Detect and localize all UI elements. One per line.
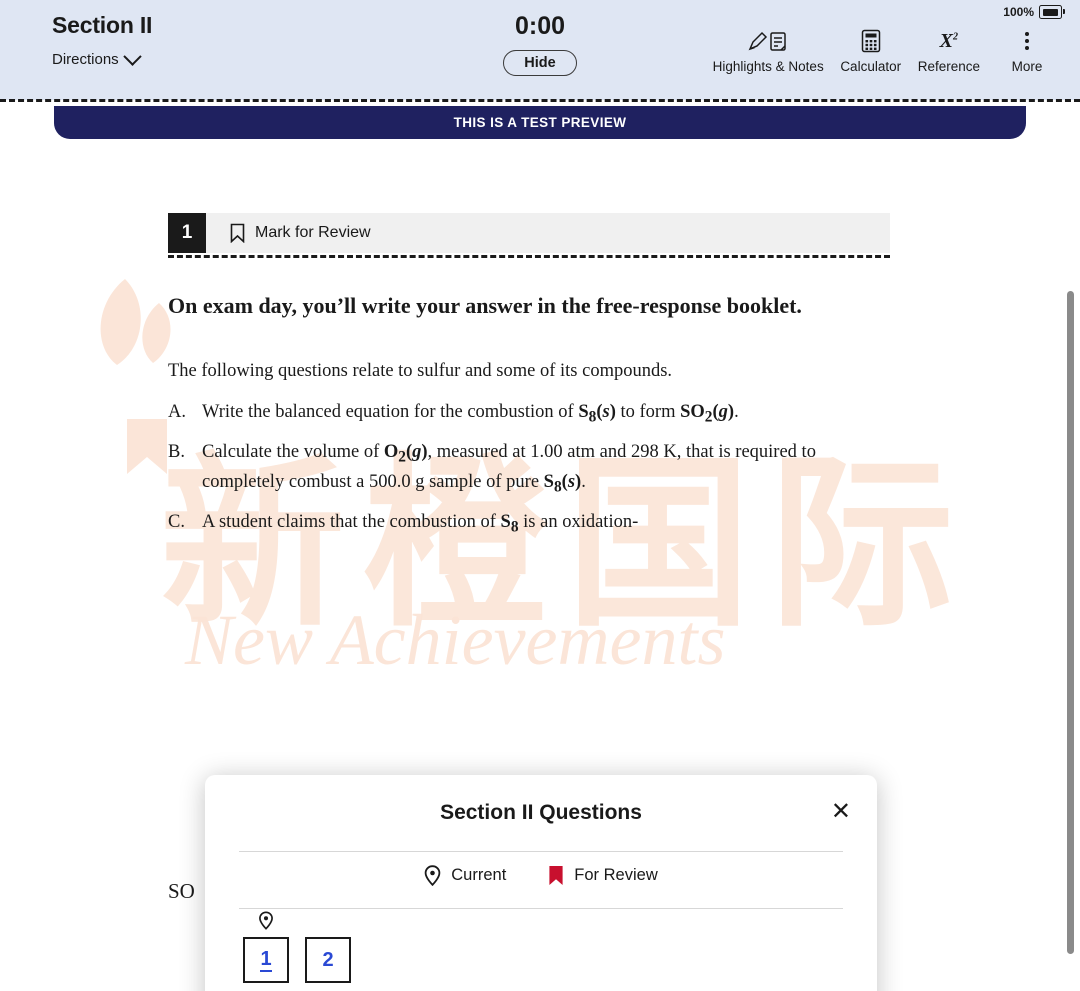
bookmark-icon [230,223,245,243]
tool-highlights-notes[interactable]: Highlights & Notes [705,28,832,74]
content-scrollbar[interactable] [1067,291,1074,954]
directions-label: Directions [52,51,119,68]
legend-label: Current [451,866,507,884]
mark-for-review-button[interactable]: Mark for Review [230,223,371,243]
tool-label: Calculator [840,59,902,74]
question-header-divider [168,255,890,258]
chevron-down-icon [122,47,142,66]
subpart-letter: B. [168,441,185,462]
list-item: C. A student claims that the combustion … [168,509,888,540]
x-squared-icon: X2 [939,29,959,52]
tool-label: More [1011,59,1043,74]
location-pin-icon [259,911,273,930]
question-nav-item-2[interactable]: 2 [305,937,351,983]
question-header-bar: 1 Mark for Review [168,213,890,253]
calculator-icon [840,28,902,54]
dialog-legend: Current For Review [205,865,877,886]
question-navigator-grid: 1 2 [243,911,351,983]
tool-more[interactable]: More [988,28,1066,74]
list-item: B. Calculate the volume of O2(g), measur… [168,439,888,500]
question-prompt-bold: On exam day, you’ll write your answer in… [168,293,802,318]
tool-label: Reference [917,59,980,74]
subpart-text: A student claims that the combustion of … [202,512,639,536]
question-nav-number: 2 [322,948,334,971]
battery-charging-icon [1039,5,1065,19]
question-nav-number: 1 [260,947,272,972]
directions-dropdown[interactable]: Directions [52,47,152,68]
occluded-text-left: SO [168,879,195,903]
question-subparts-list: A. Write the balanced equation for the c… [168,399,888,540]
list-item: A. Write the balanced equation for the c… [168,399,888,430]
exam-top-bar: Section II Directions 0:00 Hide 100% Hig [0,0,1080,100]
subpart-text: Calculate the volume of O2(g), measured … [202,441,816,497]
tool-calculator[interactable]: Calculator [832,28,910,74]
subpart-letter: A. [168,402,186,423]
dialog-divider-top [239,851,843,852]
close-icon[interactable]: ✕ [831,800,851,824]
dialog-title: Section II Questions [440,801,642,824]
legend-current: Current [424,865,506,886]
top-bar-divider [0,99,1080,102]
top-bar-left: Section II Directions [52,12,152,68]
location-pin-icon [424,865,441,886]
tool-reference[interactable]: X2 Reference [910,28,988,75]
watermark-english: New Achievements [185,600,726,680]
battery-percent-label: 100% [1003,5,1034,19]
bookmark-filled-icon [549,866,563,885]
tool-label: Highlights & Notes [712,59,824,74]
question-number-badge: 1 [168,213,206,253]
question-intro: The following questions relate to sulfur… [168,361,673,382]
section-questions-dialog: Section II Questions ✕ Current For Revie… [205,775,877,991]
subpart-letter: C. [168,512,185,533]
more-vertical-icon [996,28,1058,54]
legend-label: For Review [574,866,658,884]
legend-for-review: For Review [548,865,658,886]
subpart-text: Write the balanced equation for the comb… [202,402,739,426]
top-bar-tools: Highlights & Notes Calculator X2 Referen… [705,28,1066,75]
question-body: On exam day, you’ll write your answer in… [168,291,888,549]
dialog-divider-bottom [239,908,843,909]
highlighter-notes-icon [713,28,824,54]
question-content-area: 新橙国际 New Achievements 1 Mark for Review … [0,139,1080,991]
test-preview-banner: THIS IS A TEST PREVIEW [54,106,1026,139]
battery-status: 100% [1003,5,1065,19]
section-title: Section II [52,12,153,38]
question-nav-item-1[interactable]: 1 [243,911,289,983]
mark-for-review-label: Mark for Review [255,224,371,241]
hide-timer-button[interactable]: Hide [503,50,577,76]
